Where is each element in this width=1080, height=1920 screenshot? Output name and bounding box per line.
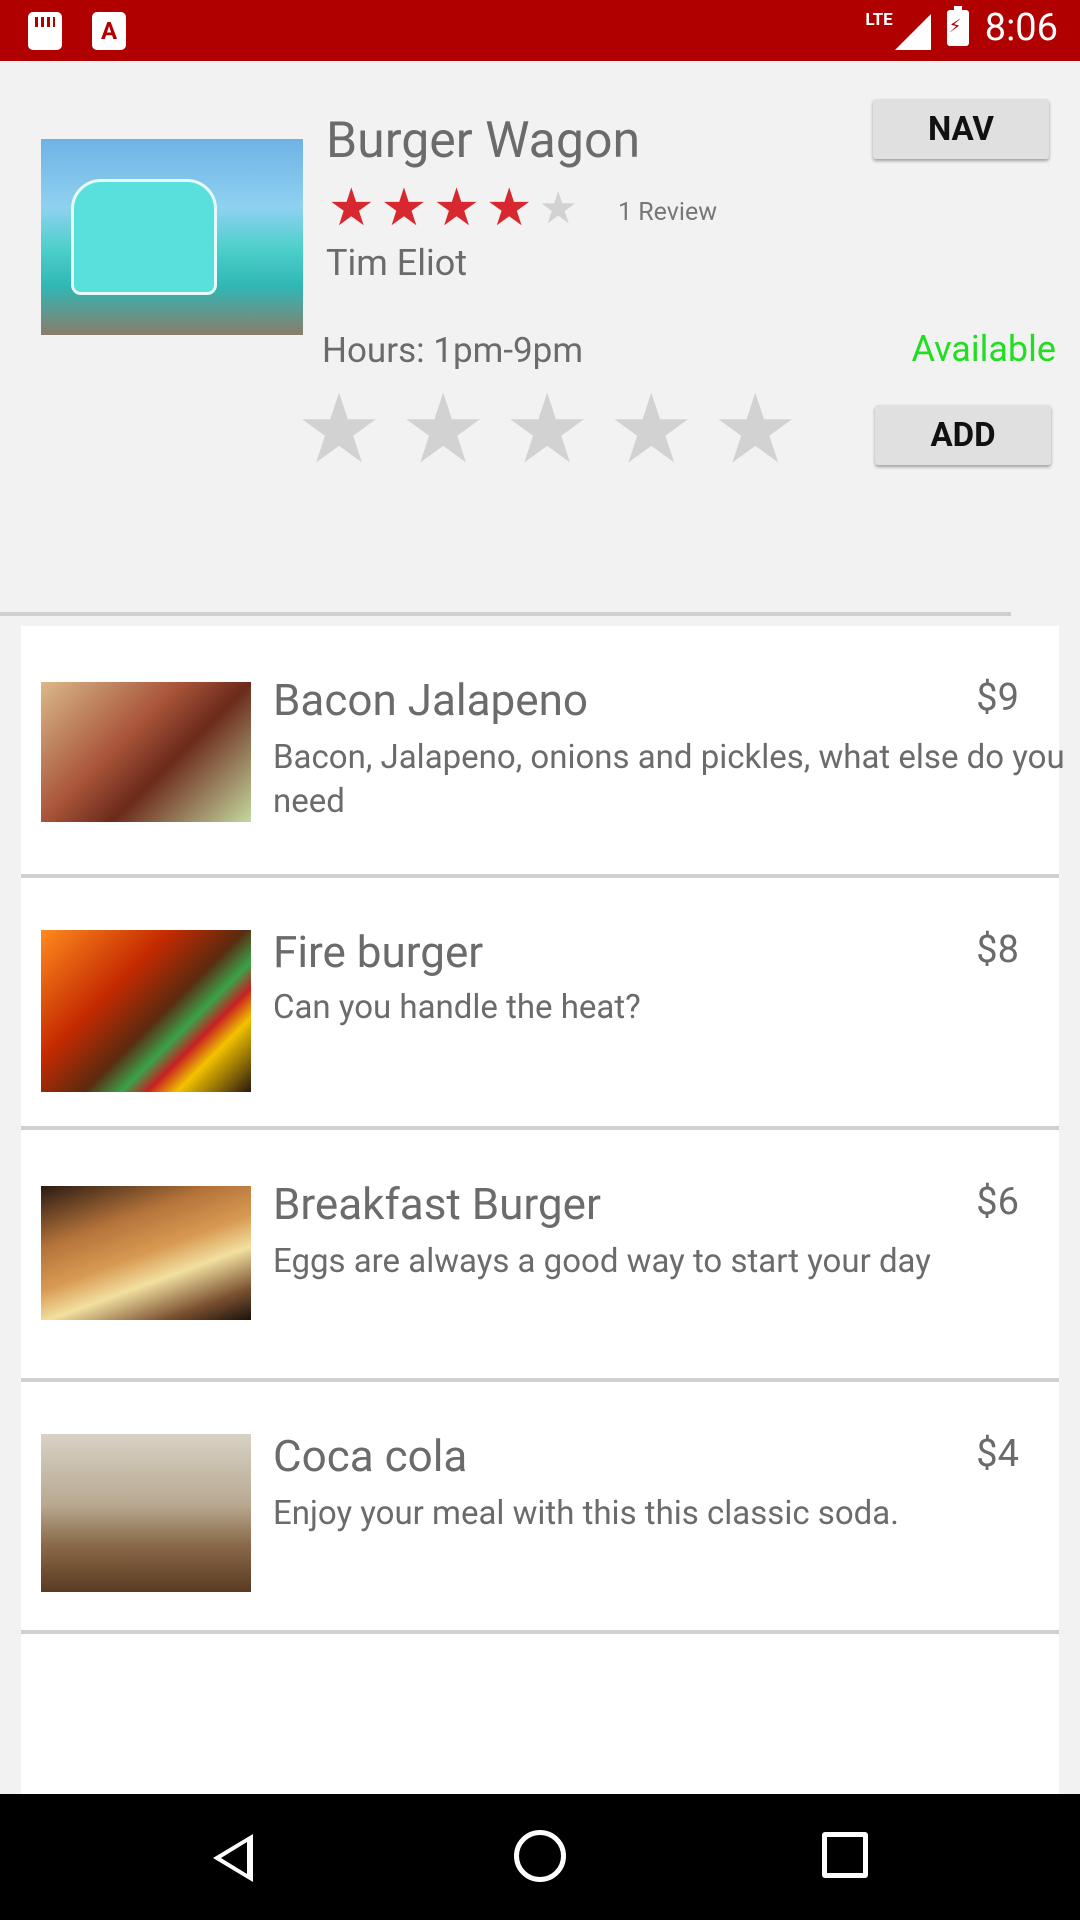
star-icon: ★ xyxy=(485,177,533,238)
rate-star-icon[interactable]: ★ xyxy=(608,382,694,478)
rate-star-icon[interactable]: ★ xyxy=(296,382,382,478)
nav-button[interactable]: NAV xyxy=(873,99,1049,159)
signal-icon xyxy=(894,14,931,50)
item-price: $6 xyxy=(976,1180,1019,1224)
star-icon: ★ xyxy=(380,177,428,238)
rate-star-icon[interactable]: ★ xyxy=(400,382,486,478)
item-name: Coca cola xyxy=(273,1430,468,1482)
menu-item[interactable]: Coca cola $4 Enjoy your meal with this t… xyxy=(21,1382,1059,1634)
menu-item[interactable]: Breakfast Burger $6 Eggs are always a go… xyxy=(21,1130,1059,1382)
fire-burger-photo xyxy=(41,930,251,1092)
breakfast-burger-photo xyxy=(41,1186,251,1320)
divider xyxy=(0,612,1011,616)
back-icon[interactable] xyxy=(213,1834,253,1882)
star-icon: ★ xyxy=(433,177,480,238)
divider xyxy=(21,1630,1059,1634)
star-icon: ★ xyxy=(538,182,578,234)
item-price: $9 xyxy=(976,676,1019,720)
sd-card-icon xyxy=(28,12,62,50)
item-description: Eggs are always a good way to start your… xyxy=(273,1242,931,1281)
item-name: Bacon Jalapeno xyxy=(273,674,588,726)
menu-item[interactable]: Bacon Jalapeno $9 Bacon, Jalapeno, onion… xyxy=(21,626,1065,878)
owner-name: Tim Eliot xyxy=(326,242,468,284)
app-icon: A xyxy=(92,12,126,50)
availability-status: Available xyxy=(911,328,1056,370)
average-rating-stars: ★ ★ ★ ★ ★ xyxy=(328,177,578,238)
user-rating-stars[interactable]: ★ ★ ★ ★ ★ xyxy=(296,382,798,478)
item-name: Breakfast Burger xyxy=(273,1178,601,1230)
item-description: Can you handle the heat? xyxy=(273,988,641,1027)
review-count: 1 Review xyxy=(618,198,717,227)
coca-cola-photo xyxy=(41,1434,251,1592)
home-icon[interactable] xyxy=(514,1830,566,1882)
status-bar: A LTE 8:06 xyxy=(0,0,1080,61)
item-description: Bacon, Jalapeno, onions and pickles, wha… xyxy=(273,738,1065,821)
item-description: Enjoy your meal with this this classic s… xyxy=(273,1494,899,1533)
item-price: $4 xyxy=(976,1432,1019,1476)
star-icon: ★ xyxy=(328,177,375,238)
add-button[interactable]: ADD xyxy=(875,405,1051,465)
network-type: LTE xyxy=(865,10,893,30)
menu-item[interactable]: Fire burger $8 Can you handle the heat? xyxy=(21,878,1059,1130)
menu-list[interactable]: Bacon Jalapeno $9 Bacon, Jalapeno, onion… xyxy=(21,626,1065,1794)
hours: Hours: 1pm-9pm xyxy=(322,330,584,371)
item-price: $8 xyxy=(976,928,1019,972)
battery-charging-icon xyxy=(946,6,969,46)
item-name: Fire burger xyxy=(273,926,484,978)
clock: 8:06 xyxy=(984,6,1058,50)
bacon-jalapeno-photo xyxy=(41,682,251,822)
truck-name: Burger Wagon xyxy=(326,112,641,170)
system-nav-bar xyxy=(0,1794,1080,1920)
rate-star-icon[interactable]: ★ xyxy=(712,382,798,478)
rate-star-icon[interactable]: ★ xyxy=(504,382,590,478)
truck-photo xyxy=(41,139,303,335)
recent-apps-icon[interactable] xyxy=(822,1832,868,1878)
